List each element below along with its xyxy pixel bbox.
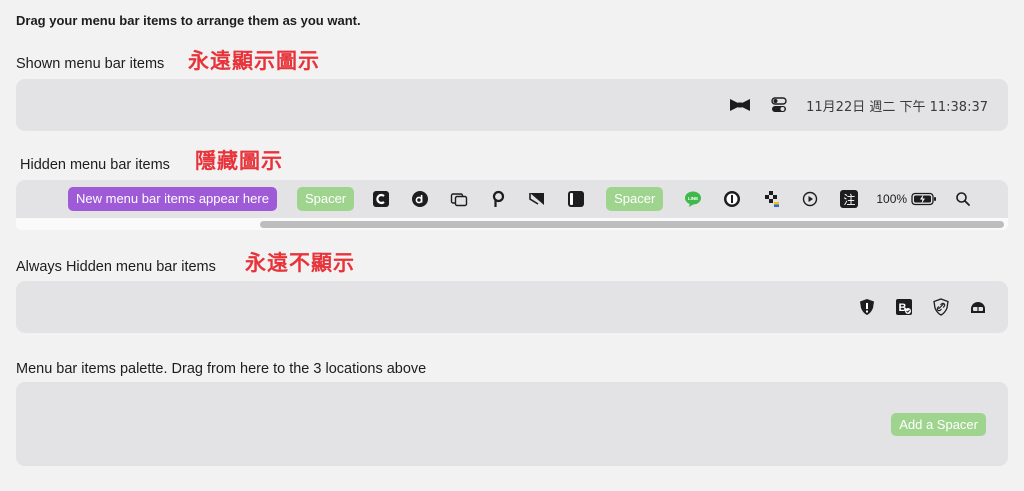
always-hidden-annotation: 永遠不顯示	[245, 251, 355, 275]
always-hidden-items-panel[interactable]: B	[16, 281, 1008, 333]
shown-section-label: Shown menu bar items	[16, 56, 165, 72]
half-square-icon[interactable]	[567, 190, 585, 208]
helmet-icon[interactable]	[969, 298, 987, 316]
svg-text:LINE: LINE	[688, 196, 698, 201]
b-check-icon[interactable]: B	[895, 298, 913, 316]
zhu-char-icon[interactable]: 注	[840, 190, 859, 208]
hidden-section-label: Hidden menu bar items	[20, 157, 170, 173]
spacer-item-1[interactable]: Spacer	[296, 187, 355, 211]
pin-p-icon[interactable]	[489, 190, 507, 208]
tilt-square-icon[interactable]	[528, 190, 546, 208]
battery-charging-icon[interactable]	[911, 190, 937, 208]
bowtie-icon[interactable]	[730, 96, 751, 114]
play-circle-icon[interactable]	[801, 190, 819, 208]
add-spacer-button[interactable]: Add a Spacer	[891, 412, 986, 436]
d-circle-icon[interactable]	[411, 190, 429, 208]
new-items-marker[interactable]: New menu bar items appear here	[68, 187, 277, 211]
always-hidden-section-label: Always Hidden menu bar items	[16, 259, 216, 275]
line-app-icon[interactable]: LINE	[684, 190, 702, 208]
palette-section-label: Menu bar items palette. Drag from here t…	[16, 361, 427, 377]
toggle-switch-icon[interactable]	[770, 96, 788, 114]
c-square-icon[interactable]	[372, 190, 390, 208]
menu-bar-clock[interactable]: 11月22日 週二 下午 11:38:37	[806, 96, 988, 115]
shield-link-icon[interactable]	[932, 298, 950, 316]
palette-panel[interactable]: Add a Spacer	[16, 382, 1008, 466]
page-heading: Drag your menu bar items to arrange them…	[16, 13, 361, 28]
battery-percent[interactable]: 100%	[876, 192, 907, 206]
dots-grid-icon[interactable]	[762, 190, 780, 208]
shield-alert-icon[interactable]	[858, 298, 876, 316]
hidden-scroll-thumb[interactable]	[260, 221, 1004, 228]
search-icon[interactable]	[954, 190, 972, 208]
hidden-annotation: 隱藏圖示	[195, 149, 283, 173]
shown-annotation: 永遠顯示圖示	[188, 49, 320, 73]
spacer-item-2[interactable]: Spacer	[606, 187, 664, 211]
hidden-items-panel[interactable]: New menu bar items appear here Spacer Sp…	[16, 180, 1008, 218]
windows-icon[interactable]	[450, 190, 468, 208]
shown-items-panel[interactable]: 11月22日 週二 下午 11:38:37	[16, 79, 1008, 131]
onepassword-icon[interactable]	[723, 190, 741, 208]
